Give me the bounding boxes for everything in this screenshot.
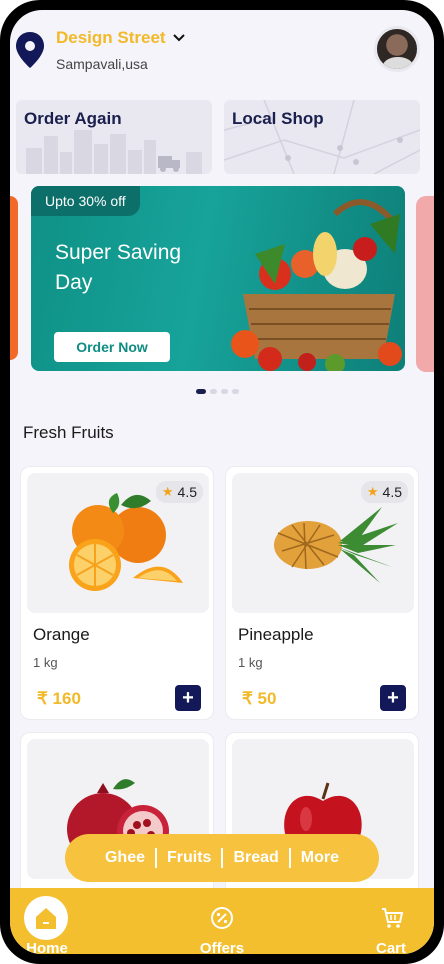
- vegetable-basket-image: [231, 199, 402, 371]
- phone-frame: Design Street Sampavali,usa Order Again …: [0, 0, 444, 964]
- chip-divider: [154, 848, 157, 868]
- add-to-cart-button[interactable]: +: [380, 685, 406, 711]
- carousel-dot[interactable]: [221, 389, 228, 394]
- order-again-label: Order Again: [24, 109, 122, 128]
- discount-tag: Upto 30% off: [31, 186, 140, 216]
- chip-divider: [288, 848, 291, 868]
- nav-offers-label[interactable]: Offers: [192, 940, 252, 954]
- location-title: Design Street: [56, 28, 166, 47]
- carousel-indicator[interactable]: [196, 389, 239, 394]
- carousel-dot[interactable]: [196, 389, 206, 394]
- nav-home-label[interactable]: Home: [24, 940, 70, 954]
- chip-ghee[interactable]: Ghee: [105, 849, 145, 867]
- chevron-down-icon: [172, 34, 185, 42]
- product-unit: 1 kg: [238, 655, 263, 670]
- plus-icon: +: [387, 687, 399, 709]
- rating-badge: ★ 4.5: [360, 481, 408, 503]
- carousel-dot[interactable]: [210, 389, 217, 394]
- product-card-pineapple[interactable]: ★ 4.5 Pineapple 1 kg ₹ 50 +: [225, 466, 419, 720]
- order-now-button[interactable]: Order Now: [54, 332, 170, 362]
- rating-value: 4.5: [177, 484, 197, 500]
- chip-more[interactable]: More: [301, 849, 339, 867]
- nav-home-button[interactable]: [24, 896, 68, 940]
- order-again-card[interactable]: Order Again: [16, 100, 212, 174]
- location-pin-icon[interactable]: [16, 32, 44, 68]
- product-unit: 1 kg: [33, 655, 58, 670]
- add-to-cart-button[interactable]: +: [175, 685, 201, 711]
- product-price: ₹ 50: [242, 689, 277, 708]
- section-title: Fresh Fruits: [23, 423, 114, 442]
- home-icon: [36, 908, 56, 929]
- location-subtitle: Sampavali,usa: [56, 56, 148, 72]
- nav-cart-label[interactable]: Cart: [368, 940, 414, 954]
- product-card-orange[interactable]: ★ 4.5 Orange 1 kg ₹ 160 +: [20, 466, 214, 720]
- chip-fruits[interactable]: Fruits: [167, 849, 211, 867]
- plus-icon: +: [182, 687, 194, 709]
- chip-divider: [221, 848, 224, 868]
- skyline-illustration: [26, 130, 202, 174]
- rating-badge: ★ 4.5: [155, 481, 203, 503]
- product-name: Pineapple: [238, 625, 314, 644]
- carousel-dot[interactable]: [232, 389, 239, 394]
- offers-icon[interactable]: [210, 906, 234, 930]
- local-shop-label: Local Shop: [232, 109, 324, 128]
- category-chips: Ghee Fruits Bread More: [65, 834, 379, 882]
- product-price: ₹ 160: [37, 689, 81, 708]
- location-selector[interactable]: Design Street: [56, 28, 186, 48]
- prev-banner-peek[interactable]: [10, 196, 18, 360]
- app-screen: Design Street Sampavali,usa Order Again …: [10, 10, 434, 954]
- banner-headline: Super Saving Day: [55, 241, 182, 294]
- chip-bread[interactable]: Bread: [233, 849, 278, 867]
- next-banner-peek[interactable]: [416, 196, 434, 372]
- header: Design Street Sampavali,usa: [10, 10, 434, 90]
- avatar[interactable]: [374, 26, 420, 72]
- product-name: Orange: [33, 625, 90, 644]
- star-icon: ★: [161, 484, 174, 499]
- star-icon: ★: [366, 484, 379, 499]
- bottom-nav: Home Offers Cart: [10, 888, 434, 954]
- local-shop-card[interactable]: Local Shop: [224, 100, 420, 174]
- rating-value: 4.5: [382, 484, 402, 500]
- promo-banner[interactable]: Upto 30% off Super Saving Day Order Now: [31, 186, 405, 371]
- cart-icon[interactable]: [380, 906, 404, 930]
